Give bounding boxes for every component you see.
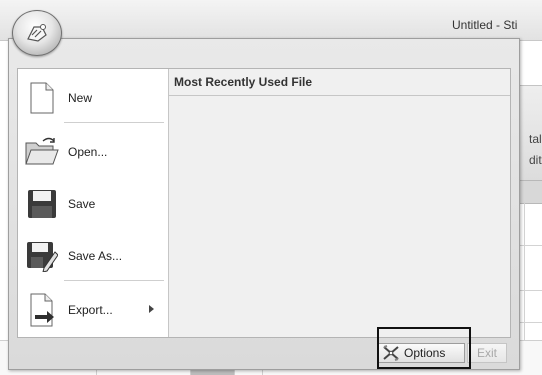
app-menu-button[interactable] <box>12 10 62 56</box>
menu-item-label: Save <box>68 197 96 211</box>
mru-list <box>169 96 510 337</box>
ribbon-label-2: dit <box>529 153 542 167</box>
new-document-icon <box>24 79 60 117</box>
mru-heading: Most Recently Used File <box>169 69 510 96</box>
ribbon-label-1: tal <box>529 132 542 146</box>
title-bar: Untitled - Sti <box>0 0 542 41</box>
application-menu-body: New Open... Save Save As... Export... Mo… <box>17 68 511 338</box>
options-label: Options <box>404 346 446 360</box>
menu-item-export[interactable]: Export... <box>18 285 168 335</box>
app-logo-icon <box>27 24 47 42</box>
window-title: Untitled - Sti <box>452 18 518 32</box>
menu-item-label: Export... <box>68 303 113 317</box>
menu-item-label: Save As... <box>68 249 123 263</box>
menu-item-save-as[interactable]: Save As... <box>18 231 168 281</box>
menu-item-open[interactable]: Open... <box>18 127 168 177</box>
exit-button[interactable]: Exit <box>467 343 507 363</box>
background-divider <box>524 202 525 342</box>
command-list: New Open... Save Save As... Export... <box>18 69 169 337</box>
application-menu: New Open... Save Save As... Export... Mo… <box>8 38 520 370</box>
save-floppy-icon <box>24 185 60 223</box>
export-icon <box>24 291 60 329</box>
menu-item-label: Open... <box>68 145 108 159</box>
save-as-icon <box>24 237 60 275</box>
exit-label: Exit <box>476 346 497 360</box>
menu-item-new[interactable]: New <box>18 73 168 123</box>
submenu-arrow-icon <box>149 305 154 313</box>
open-folder-icon <box>24 133 60 171</box>
menu-item-save[interactable]: Save <box>18 179 168 229</box>
menu-item-label: New <box>68 91 93 105</box>
options-button[interactable]: Options <box>377 343 465 363</box>
options-icon <box>383 345 399 361</box>
